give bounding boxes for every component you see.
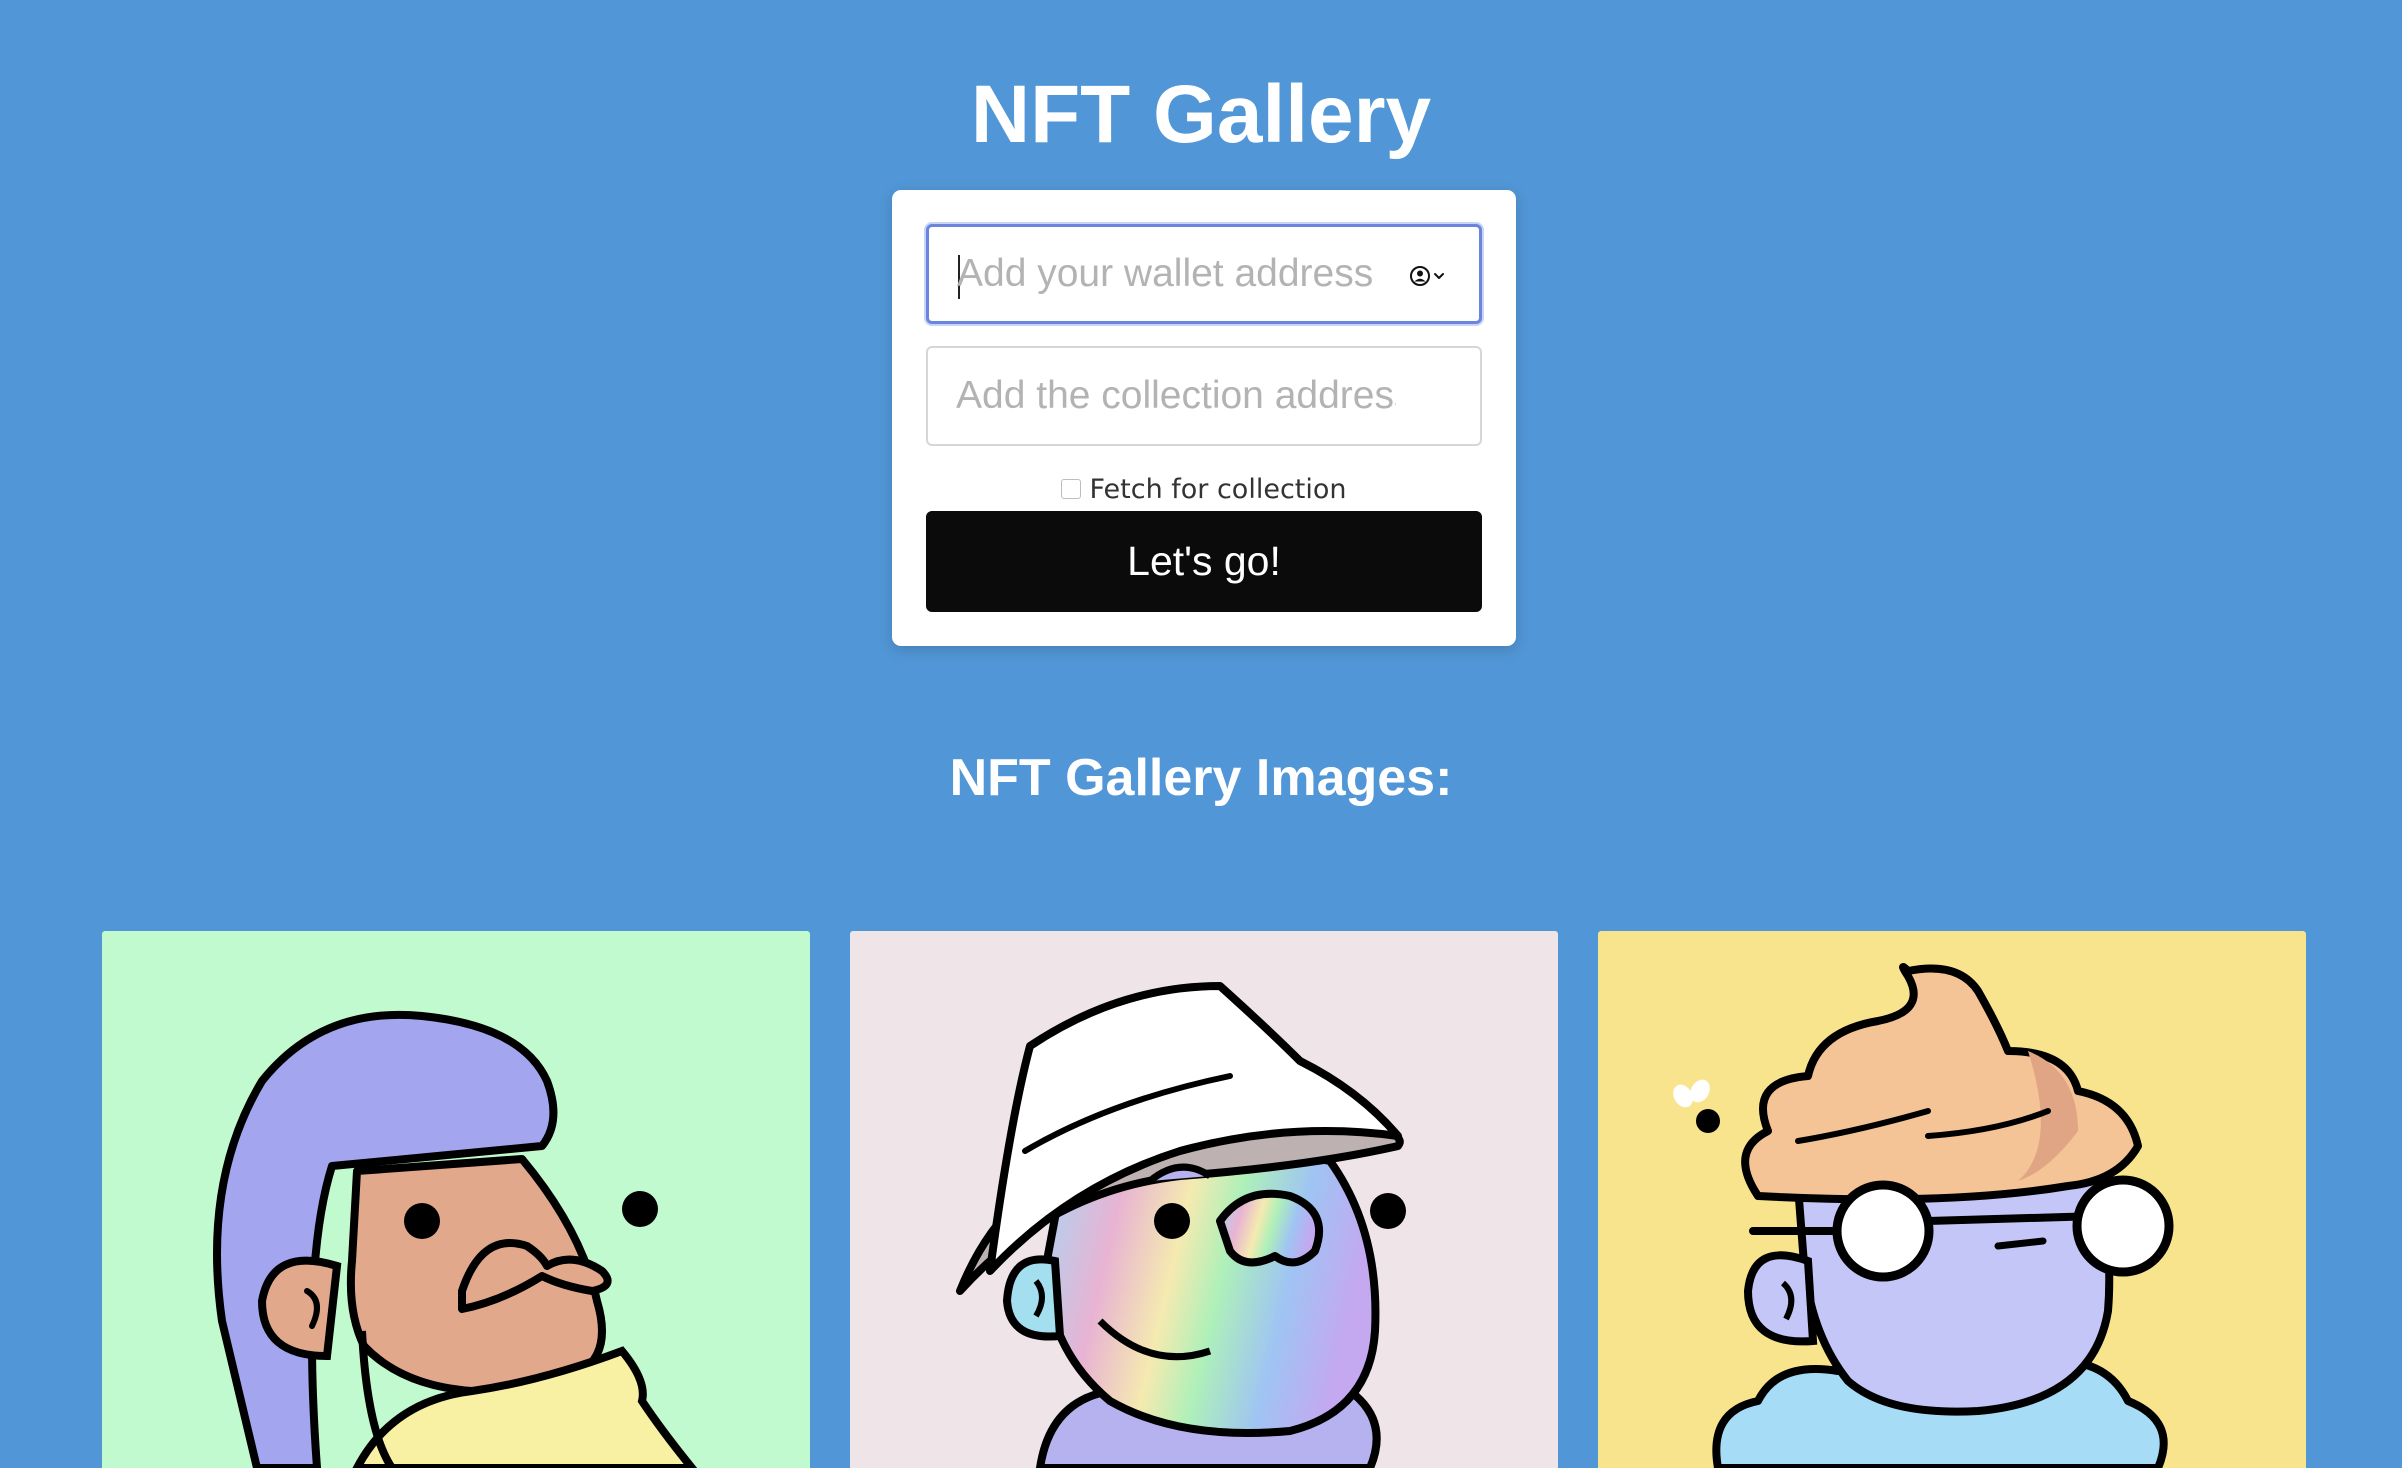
bucket-hat-holographic-character-avatar-icon [850,931,1558,1468]
purple-hair-character-avatar-icon [102,931,810,1468]
fetch-collection-row[interactable]: Fetch for collection [892,472,1516,508]
contact-autofill-icon[interactable] [1409,265,1449,287]
fetch-collection-checkbox[interactable] [1061,479,1082,499]
nft-card-1[interactable] [102,931,810,1468]
lets-go-button[interactable]: Let's go! [926,511,1482,612]
collection-address-input[interactable] [956,348,1396,444]
gallery-section-title: NFT Gallery Images: [949,749,1453,807]
wallet-address-field[interactable] [926,224,1482,324]
collection-address-field[interactable] [926,346,1482,446]
nft-card-3[interactable] [1598,931,2306,1468]
wallet-address-input[interactable] [957,227,1397,321]
nft-card-2[interactable] [850,931,1558,1468]
fetch-collection-label: Fetch for collection [1089,474,1347,505]
page-title: NFT Gallery [970,69,1432,160]
ice-cream-hair-glasses-character-avatar-icon [1598,931,2306,1468]
wallet-form-card: Fetch for collection Let's go! [892,190,1516,646]
